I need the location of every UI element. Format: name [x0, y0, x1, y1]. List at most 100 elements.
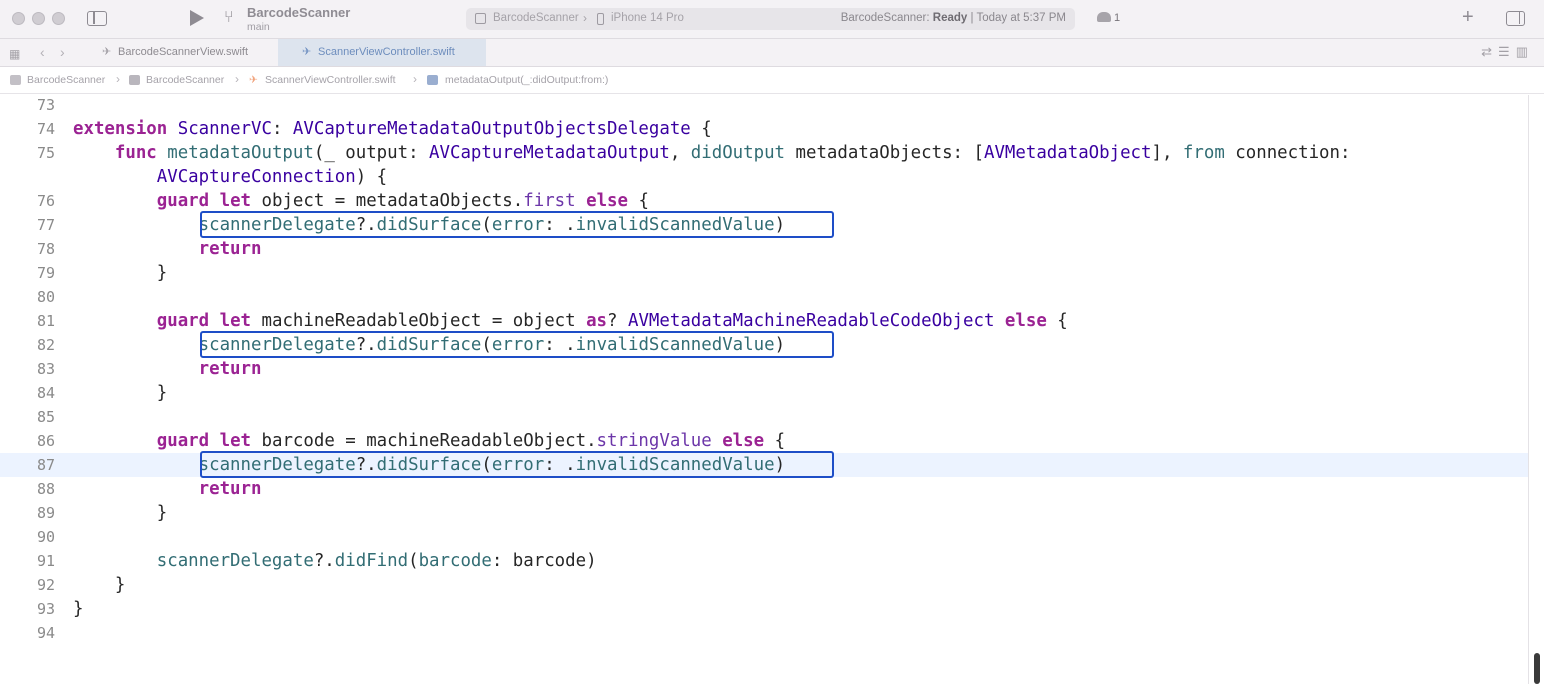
chevron-right-icon: › — [116, 72, 120, 86]
vertical-scrollbar[interactable] — [1528, 95, 1544, 684]
line-number[interactable]: 89 — [0, 501, 55, 525]
line-number[interactable]: 79 — [0, 261, 55, 285]
code-text[interactable]: } — [73, 381, 167, 405]
chevron-right-icon: › — [413, 72, 417, 86]
code-line[interactable]: 81 guard let machineReadableObject = obj… — [0, 309, 1528, 333]
line-number[interactable]: 81 — [0, 309, 55, 333]
warning-icon[interactable] — [1097, 12, 1111, 22]
sidebar-toggle-icon[interactable] — [87, 11, 107, 26]
tab-bar: ▦ ‹ › ✈ BarcodeScannerView.swift ✈ Scann… — [0, 39, 1544, 67]
code-text[interactable]: return — [73, 237, 262, 261]
code-text[interactable]: } — [73, 261, 167, 285]
scrollbar-thumb[interactable] — [1534, 653, 1540, 684]
line-number[interactable]: 91 — [0, 549, 55, 573]
tab-label: ScannerViewController.swift — [318, 46, 455, 58]
code-line[interactable]: 89 } — [0, 501, 1528, 525]
code-line[interactable]: 94 — [0, 621, 1528, 645]
code-line[interactable]: 93} — [0, 597, 1528, 621]
branch-icon: ⑂ — [224, 9, 234, 26]
code-line[interactable]: 90 — [0, 525, 1528, 549]
activity-view: BarcodeScanner › iPhone 14 Pro BarcodeSc… — [466, 8, 1075, 30]
code-line[interactable]: 86 guard let barcode = machineReadableOb… — [0, 429, 1528, 453]
line-number[interactable]: 75 — [0, 141, 55, 165]
tab-scannerviewcontroller[interactable]: ✈ ScannerViewController.swift — [278, 39, 486, 66]
editor-options-icon[interactable]: ⇄☰▥ — [1481, 44, 1534, 60]
line-number[interactable]: 74 — [0, 117, 55, 141]
code-line[interactable]: 83 return — [0, 357, 1528, 381]
code-line[interactable]: 84 } — [0, 381, 1528, 405]
code-line[interactable]: 85 — [0, 405, 1528, 429]
code-line[interactable]: 73 — [0, 93, 1528, 117]
highlight-box — [200, 331, 834, 358]
line-number[interactable]: 84 — [0, 381, 55, 405]
code-text[interactable]: return — [73, 357, 262, 381]
code-text[interactable]: guard let object = metadataObjects.first… — [73, 189, 649, 213]
warning-count[interactable]: 1 — [1114, 12, 1120, 24]
scheme-icon — [475, 13, 486, 24]
line-number[interactable]: 73 — [0, 93, 55, 117]
folder-icon — [129, 75, 140, 85]
forward-arrow-icon[interactable]: › — [60, 44, 65, 60]
breadcrumb-symbol[interactable]: metadataOutput(_:didOutput:from:) — [445, 74, 608, 86]
run-icon[interactable] — [190, 10, 204, 26]
close-window-button[interactable] — [12, 12, 25, 25]
chevron-right-icon: › — [583, 11, 587, 25]
code-text[interactable]: extension ScannerVC: AVCaptureMetadataOu… — [73, 117, 712, 141]
inspector-toggle-icon[interactable] — [1506, 11, 1525, 26]
line-number[interactable]: 93 — [0, 597, 55, 621]
line-number[interactable]: 94 — [0, 621, 55, 645]
line-number[interactable]: 80 — [0, 285, 55, 309]
grid-icon[interactable]: ▦ — [9, 47, 20, 61]
line-number[interactable]: 82 — [0, 333, 55, 357]
swift-file-icon: ✈ — [249, 74, 258, 86]
swift-file-icon: ✈ — [302, 46, 312, 58]
code-line[interactable]: AVCaptureConnection) { — [0, 165, 1528, 189]
code-line[interactable]: 79 } — [0, 261, 1528, 285]
line-number[interactable]: 90 — [0, 525, 55, 549]
code-text[interactable]: } — [73, 597, 83, 621]
project-name[interactable]: BarcodeScanner — [247, 5, 350, 20]
run-destination-selector[interactable]: iPhone 14 Pro — [611, 12, 684, 24]
code-text[interactable]: AVCaptureConnection) { — [73, 165, 387, 189]
minimize-window-button[interactable] — [32, 12, 45, 25]
code-line[interactable]: 76 guard let object = metadataObjects.fi… — [0, 189, 1528, 213]
code-text[interactable]: func metadataOutput(_ output: AVCaptureM… — [73, 141, 1351, 165]
code-text[interactable]: guard let machineReadableObject = object… — [73, 309, 1068, 333]
jump-bar: BarcodeScanner › BarcodeScanner › ✈ Scan… — [0, 67, 1544, 94]
scheme-selector[interactable]: BarcodeScanner — [493, 12, 579, 24]
breadcrumb-project[interactable]: BarcodeScanner — [27, 74, 105, 86]
breadcrumb-file[interactable]: ScannerViewController.swift — [265, 74, 396, 86]
code-line[interactable]: 80 — [0, 285, 1528, 309]
zoom-window-button[interactable] — [52, 12, 65, 25]
code-text[interactable]: scannerDelegate?.didFind(barcode: barcod… — [73, 549, 597, 573]
code-line[interactable]: 74 extension ScannerVC: AVCaptureMetadata… — [0, 117, 1528, 141]
line-number[interactable]: 88 — [0, 477, 55, 501]
status-state: Ready — [932, 12, 968, 24]
tab-label: BarcodeScannerView.swift — [118, 46, 249, 58]
code-text[interactable]: return — [73, 477, 262, 501]
code-line[interactable]: 92 } — [0, 573, 1528, 597]
line-number[interactable]: 86 — [0, 429, 55, 453]
code-text[interactable]: } — [73, 573, 125, 597]
line-number[interactable]: 76 — [0, 189, 55, 213]
line-number[interactable]: 85 — [0, 405, 55, 429]
plus-icon[interactable]: + — [1462, 6, 1474, 29]
code-line[interactable]: 91 scannerDelegate?.didFind(barcode: bar… — [0, 549, 1528, 573]
back-arrow-icon[interactable]: ‹ — [40, 44, 45, 60]
code-line[interactable]: 88 return — [0, 477, 1528, 501]
line-number[interactable]: 92 — [0, 573, 55, 597]
project-branch[interactable]: main — [247, 21, 270, 33]
swift-file-icon: ✈ — [102, 46, 112, 58]
code-line[interactable]: 75 func metadataOutput(_ output: AVCaptu… — [0, 141, 1528, 165]
line-number[interactable]: 87 — [0, 453, 55, 477]
line-number[interactable]: 78 — [0, 237, 55, 261]
line-number[interactable]: 83 — [0, 357, 55, 381]
source-editor[interactable]: 73 74 extension ScannerVC: AVCaptureMetada… — [0, 95, 1528, 684]
code-text[interactable]: guard let barcode = machineReadableObjec… — [73, 429, 785, 453]
code-text[interactable]: } — [73, 501, 167, 525]
iphone-icon — [597, 13, 604, 25]
tab-barcodescannerview[interactable]: ✈ BarcodeScannerView.swift — [88, 39, 274, 66]
breadcrumb-group[interactable]: BarcodeScanner — [146, 74, 224, 86]
line-number[interactable]: 77 — [0, 213, 55, 237]
code-line[interactable]: 78 return — [0, 237, 1528, 261]
